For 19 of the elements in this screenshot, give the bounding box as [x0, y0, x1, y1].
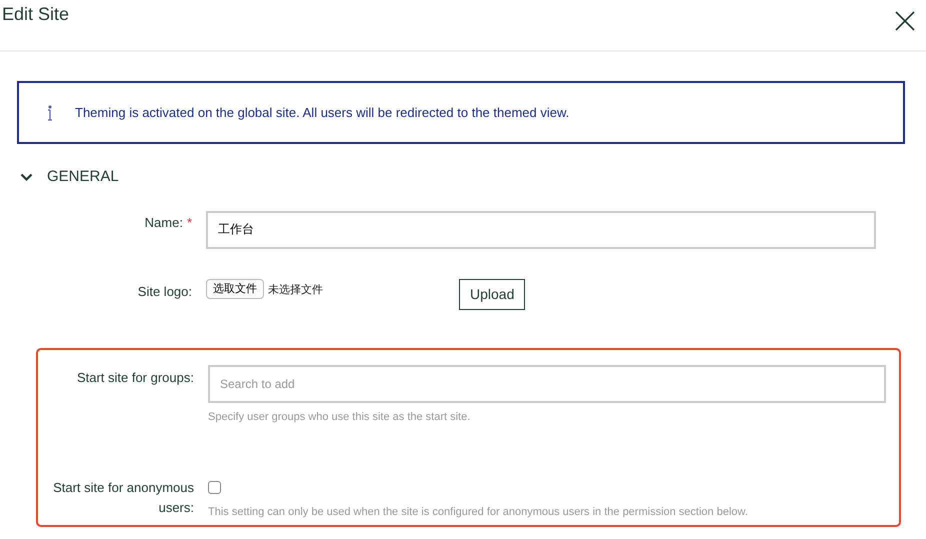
chevron-icon — [20, 172, 33, 182]
field-label: Start site for anonymous users: — [52, 479, 194, 517]
checkbox[interactable] — [208, 481, 221, 494]
alert-text: Theming is activated on the global site. All users will be redirected to the themed view. — [75, 104, 570, 122]
name-field[interactable]: 工作台 — [206, 210, 876, 248]
choose-file-button[interactable]: 选取文件 — [206, 278, 264, 299]
help-text: This setting can only be used when the site is configured for anonymous users in the permission section below. — [208, 505, 749, 520]
help-text: Specify user groups who use this site as the start site. — [208, 410, 472, 424]
field-label: Name: — [144, 214, 183, 232]
field-label: Start site for groups: — [76, 368, 194, 387]
field-label: Site logo: — [138, 282, 192, 301]
close-button[interactable] — [894, 10, 916, 32]
info-icon — [47, 104, 53, 120]
file-status: 未选择文件 — [268, 282, 323, 298]
dialog-title: Edit Site — [2, 4, 70, 26]
upload-button[interactable]: Upload — [459, 278, 526, 310]
search-field[interactable]: Search to add — [208, 364, 886, 402]
required-mark: * — [186, 214, 192, 230]
section-toggle[interactable]: GENERAL — [20, 166, 119, 188]
